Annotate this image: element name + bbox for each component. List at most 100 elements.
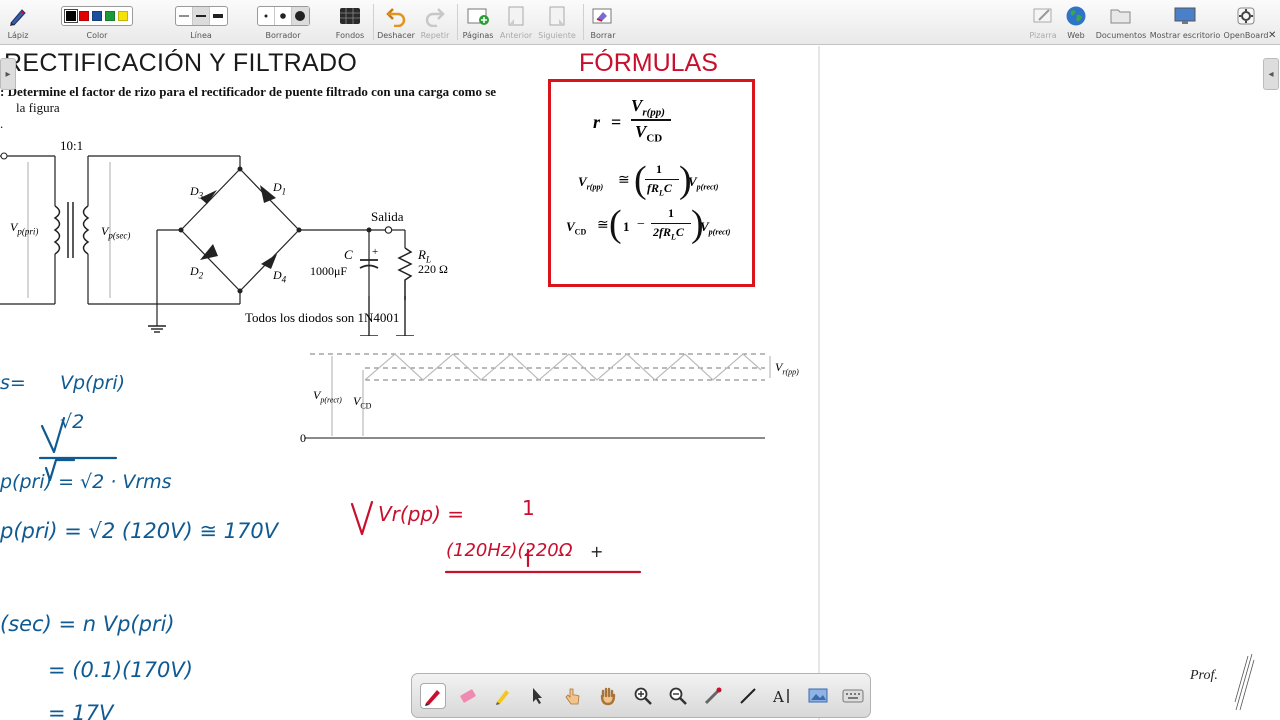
formula3-minus: − (637, 217, 645, 232)
note-eq6: = 17V (48, 701, 114, 720)
documents-mode-button[interactable]: Documentos (1096, 0, 1146, 45)
color-yellow[interactable] (118, 11, 128, 21)
previous-page-button[interactable]: Anterior (499, 0, 533, 45)
redo-button[interactable]: Repetir (419, 0, 451, 45)
formula3-denominator: 2fRLC (653, 225, 684, 242)
capture-icon (808, 688, 828, 702)
line-label: Línea (190, 31, 212, 40)
hand-icon (600, 687, 616, 705)
clear-page-icon (591, 4, 615, 28)
color-blue[interactable] (92, 11, 102, 21)
color-swatches (61, 6, 133, 26)
laser-pointer-button[interactable] (700, 683, 726, 709)
line-width-picker: Línea (167, 0, 235, 45)
note-red-num: 1 (522, 496, 535, 520)
line-tool-button[interactable] (735, 683, 761, 709)
color-green[interactable] (105, 11, 115, 21)
globe-icon (1065, 4, 1087, 28)
arrow-cursor-icon (533, 687, 542, 704)
stylus-palette: A (411, 673, 871, 718)
formula1-numerator: Vr(pp) (631, 96, 665, 119)
zoom-out-button[interactable] (665, 683, 691, 709)
selector-tool-button[interactable] (525, 683, 551, 709)
backgrounds-button[interactable]: Fondos (333, 0, 367, 45)
eraser-small[interactable] (258, 7, 275, 25)
vp-sec-label: Vp(sec) (101, 224, 131, 241)
formula2-denominator: fRLC (647, 181, 672, 198)
eraser-large[interactable] (291, 7, 309, 25)
bridge-rectifier-circuit (0, 152, 414, 336)
pen-tool[interactable]: Lápiz (4, 0, 32, 45)
eraser-medium[interactable] (275, 7, 292, 25)
note-eq1-num: Vp(pri) (60, 372, 126, 394)
left-palette-handle[interactable]: ▸ (0, 58, 16, 90)
pen-tool-button[interactable] (420, 682, 446, 709)
capacitor-value: 1000μF (310, 264, 348, 278)
eraser-tool-button[interactable] (455, 683, 481, 709)
undo-button[interactable]: Deshacer (376, 0, 416, 45)
redo-label: Repetir (420, 31, 450, 40)
text-icon: A (772, 688, 789, 706)
grid-icon (339, 4, 361, 28)
formula2-rhs: Vp(rect) (688, 174, 719, 192)
zoom-in-button[interactable] (630, 683, 656, 709)
d3-label: D3 (190, 184, 204, 201)
next-label: Siguiente (538, 31, 576, 40)
problem-line-2: la figura (16, 100, 60, 115)
interact-tool-button[interactable] (560, 683, 586, 709)
color-black[interactable] (64, 9, 78, 23)
note-eq1-lhs: s= (0, 372, 26, 394)
board-right-area[interactable] (818, 46, 1280, 720)
monitor-icon (1173, 4, 1197, 28)
openboard-window: Lápiz Color Línea Borrador Fondos Deshac… (0, 0, 1280, 720)
problem-statement: : Determine el factor de rizo para el re… (0, 84, 512, 132)
hand-tool-button[interactable] (595, 683, 621, 709)
formula-box: r = Vr(pp) VCD Vr(pp) ≅ ( 1 fRLC ) Vp(re… (548, 79, 755, 287)
eraser-size-segment (256, 6, 310, 26)
keyboard-icon (842, 689, 864, 702)
clear-label: Borrar (590, 31, 616, 40)
right-palette-handle[interactable]: ◂ (1263, 58, 1279, 90)
note-eq3: p(pri) = √2 (120V) ≅ 170V (0, 519, 279, 543)
board-canvas[interactable]: RECTIFICACIÓN Y FILTRADO : Determine el … (0, 46, 818, 720)
show-desktop-button[interactable]: Mostrar escritorio (1150, 0, 1220, 45)
formula3-one-num: 1 (668, 206, 674, 220)
eraser-size-picker: Borrador (249, 0, 317, 45)
backgrounds-label: Fondos (335, 31, 365, 40)
formula2-lhs: Vr(pp) (578, 174, 604, 192)
pointing-hand-icon (565, 688, 580, 704)
problem-marker: . (0, 116, 4, 131)
pages-button[interactable]: Páginas (461, 0, 495, 45)
eraser-icon (460, 688, 476, 703)
board-mode-button[interactable]: Pizarra (1028, 0, 1058, 45)
previous-page-icon (506, 4, 526, 28)
color-red[interactable] (79, 11, 89, 21)
board-label: Pizarra (1029, 31, 1057, 40)
window-close-icon[interactable]: ✕ (1268, 30, 1280, 42)
line-thin[interactable] (176, 7, 193, 25)
zoom-in-icon (634, 687, 652, 705)
cursor-crosshair-icon: + (590, 542, 604, 561)
web-mode-button[interactable]: Web (1063, 0, 1089, 45)
color-label: Color (86, 31, 108, 40)
capture-tool-button[interactable] (805, 683, 831, 709)
main-toolbar: Lápiz Color Línea Borrador Fondos Deshac… (0, 0, 1280, 45)
signature-text: Prof. (1190, 668, 1218, 683)
formula2-approx: ≅ (618, 173, 630, 188)
pen-icon (425, 689, 440, 706)
note-red-den: (120Hz)(220Ω (446, 540, 573, 561)
next-page-button[interactable]: Siguiente (537, 0, 577, 45)
show-desktop-label: Mostrar escritorio (1149, 31, 1221, 40)
formulas-title: FÓRMULAS (579, 49, 718, 77)
capacitor-plus: + (372, 246, 379, 258)
line-medium[interactable] (192, 7, 210, 25)
text-tool-button[interactable]: A (770, 683, 796, 709)
virtual-keyboard-button[interactable] (840, 683, 866, 709)
note-eq2: p(pri) = √2 · Vrms (0, 471, 172, 493)
openboard-menu-button[interactable]: OpenBoard (1223, 0, 1269, 45)
load-value: 220 Ω (418, 262, 448, 276)
clear-button[interactable]: Borrar (588, 0, 618, 45)
color-picker: Color (41, 0, 153, 45)
highlighter-tool-button[interactable] (490, 683, 516, 709)
line-thick[interactable] (210, 7, 227, 25)
